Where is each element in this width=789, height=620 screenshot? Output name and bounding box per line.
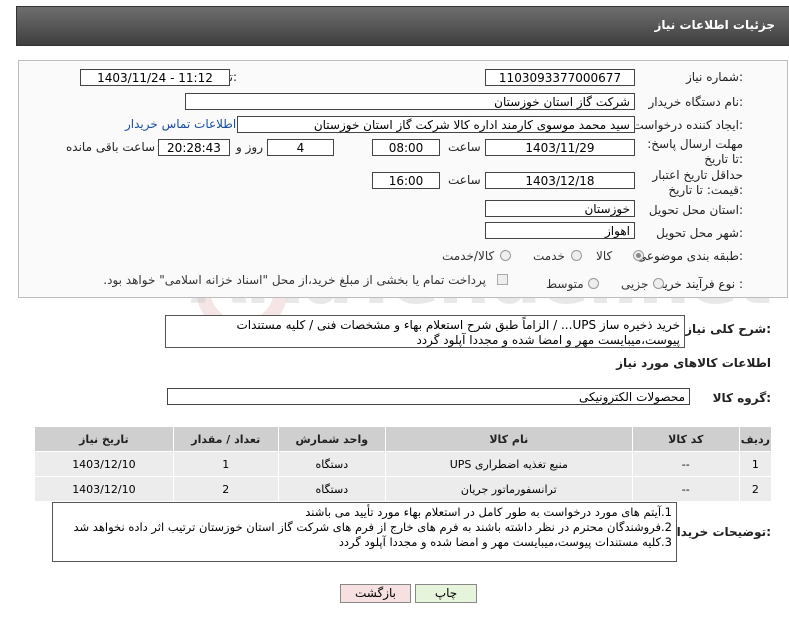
- cell-unit: دستگاه: [277, 476, 386, 502]
- remaining-label: ساعت باقی مانده: [66, 140, 156, 154]
- need-number-field: 1103093377000677: [485, 69, 635, 86]
- goods-table: ردیف کد کالا نام کالا واحد شمارش تعداد /…: [34, 426, 773, 502]
- deadline-label: مهلت ارسال پاسخ: تا تاریخ:: [647, 137, 743, 166]
- cell-quantity: 1: [172, 451, 279, 477]
- announce-field: 1403/11/24 - 11:12: [80, 69, 230, 86]
- validity-date-field: 1403/12/18: [485, 172, 635, 189]
- province-label: استان محل تحویل:: [648, 203, 743, 217]
- creator-field: سید محمد موسوی کارمند اداره کالا شرکت گا…: [237, 116, 635, 133]
- buyer-note-line: 2.فروشندگان محترم در نظر داشته باشند به …: [73, 520, 672, 534]
- validity-time-label: ساعت: [448, 173, 481, 187]
- table-row: 1 -- منبع تغذیه اضطراری UPS دستگاه 1 140…: [34, 451, 773, 477]
- cell-name: ترانسفورماتور جریان: [384, 476, 633, 502]
- page-header: جزئیات اطلاعات نیاز: [16, 6, 789, 46]
- col-row: ردیف: [738, 426, 773, 452]
- buyer-note-line: 3.کلیه مستندات پیوست،میبایست مهر و امضا …: [338, 535, 672, 549]
- city-label: شهر محل تحویل:: [656, 226, 743, 240]
- cell-row: 1: [738, 451, 773, 477]
- col-date: تاریخ نیاز: [34, 426, 174, 452]
- category-option-goods-service: کالا/خدمت: [442, 249, 495, 263]
- back-button[interactable]: بازگشت: [340, 584, 411, 603]
- category-option-goods: کالا: [596, 249, 613, 263]
- table-row: 2 -- ترانسفورماتور جریان دستگاه 2 1403/1…: [34, 476, 773, 502]
- col-unit: واحد شمارش: [277, 426, 386, 452]
- remaining-time-field: 20:28:43: [158, 139, 230, 156]
- cell-date: 1403/12/10: [34, 476, 174, 502]
- col-quantity: تعداد / مقدار: [172, 426, 279, 452]
- print-button[interactable]: چاپ: [415, 584, 477, 603]
- process-option-minor: جزیی: [621, 277, 649, 291]
- cell-date: 1403/12/10: [34, 451, 174, 477]
- description-text: خرید ذخیره ساز UPS... / الزاماً طبق شرح …: [165, 315, 685, 348]
- goods-group-field: محصولات الکترونیکی: [167, 388, 690, 405]
- city-field: اهواز: [485, 222, 635, 239]
- cell-quantity: 2: [172, 476, 279, 502]
- days-label: روز و: [236, 140, 263, 154]
- validity-time-field: 16:00: [372, 172, 440, 189]
- process-label: نوع فرآیند خرید :: [658, 277, 743, 291]
- deadline-date-field: 1403/11/29: [485, 139, 635, 156]
- province-field: خوزستان: [485, 200, 635, 217]
- category-label: طبقه بندی موضوعی:: [636, 249, 743, 263]
- cell-row: 2: [738, 476, 773, 502]
- cell-name: منبع تغذیه اضطراری UPS: [384, 451, 633, 477]
- buyer-org-label: نام دستگاه خریدار:: [648, 95, 744, 109]
- col-name: نام کالا: [384, 426, 633, 452]
- days-count-field: 4: [267, 139, 334, 156]
- cell-unit: دستگاه: [277, 451, 386, 477]
- buyer-contact-link[interactable]: اطلاعات تماس خریدار: [125, 117, 236, 131]
- deadline-time-field: 08:00: [372, 139, 440, 156]
- treasury-payment-note: پرداخت تمام یا بخشی از مبلغ خرید،از محل …: [103, 273, 486, 287]
- buyer-note-line: 1.آیتم های مورد درخواست به طور کامل در ا…: [305, 505, 672, 519]
- description-label: شرح کلی نیاز:: [685, 322, 771, 336]
- col-code: کد کالا: [631, 426, 740, 452]
- category-radio-goods[interactable]: [633, 250, 644, 261]
- deadline-time-label: ساعت: [448, 140, 481, 154]
- process-radio-minor[interactable]: [653, 278, 664, 289]
- goods-group-label: گروه کالا:: [712, 391, 771, 405]
- need-number-label: شماره نیاز:: [685, 70, 743, 84]
- category-option-service: خدمت: [533, 249, 565, 263]
- validity-label: حداقل تاریخ اعتبار قیمت: تا تاریخ:: [652, 168, 743, 197]
- category-radio-goods-service[interactable]: [500, 250, 511, 261]
- page-title: جزئیات اطلاعات نیاز: [654, 18, 775, 32]
- category-radio-service[interactable]: [571, 250, 582, 261]
- treasury-payment-checkbox[interactable]: [497, 274, 508, 285]
- table-header-row: ردیف کد کالا نام کالا واحد شمارش تعداد /…: [34, 426, 773, 452]
- buyer-notes-text: 1.آیتم های مورد درخواست به طور کامل در ا…: [52, 502, 677, 562]
- process-option-medium: متوسط: [546, 277, 584, 291]
- buyer-org-field: شرکت گاز استان خوزستان: [185, 93, 635, 110]
- buyer-notes-label: توضیحات خریدار:: [669, 525, 771, 539]
- goods-section-title: اطلاعات کالاهای مورد نیاز: [616, 356, 771, 370]
- cell-code: --: [631, 451, 740, 477]
- creator-label: ایجاد کننده درخواست:: [632, 118, 743, 132]
- cell-code: --: [631, 476, 740, 502]
- process-radio-medium[interactable]: [588, 278, 599, 289]
